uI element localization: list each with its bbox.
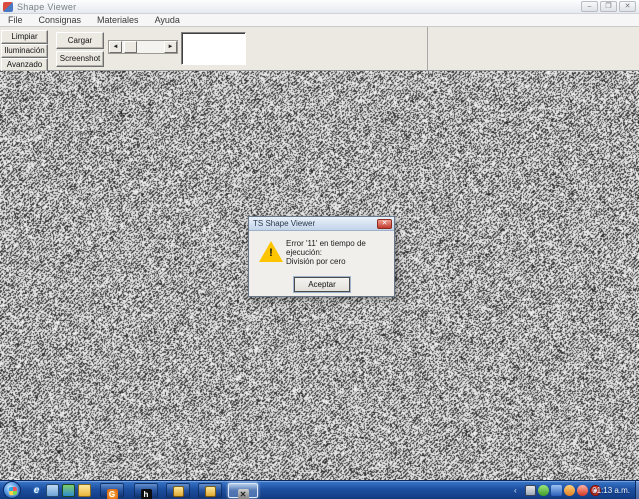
horizontal-scrollbar[interactable]: ◄ ► — [108, 40, 178, 54]
taskbar-app-active[interactable]: ✕ — [228, 483, 258, 498]
folder-quicklaunch-icon[interactable] — [78, 484, 91, 497]
scrollbar-track[interactable] — [122, 41, 164, 53]
dialog-title-bar[interactable]: TS Shape Viewer ✕ — [249, 217, 394, 231]
warning-icon: ! — [259, 241, 283, 262]
scroll-right-icon[interactable]: ► — [164, 41, 177, 53]
menu-bar: File Consignas Materiales Ayuda — [0, 14, 639, 27]
taskbar-app-2[interactable]: h — [134, 483, 158, 498]
close-button[interactable]: ✕ — [619, 1, 636, 12]
restore-button[interactable]: ❐ — [600, 1, 617, 12]
tray-icon[interactable] — [551, 485, 562, 496]
warning-exclamation: ! — [269, 247, 273, 259]
g-app-icon: G — [107, 489, 118, 499]
windows-logo-icon — [9, 487, 18, 496]
view-mode-button-2[interactable]: Iluminación — [1, 44, 48, 58]
h-app-icon: h — [141, 489, 152, 499]
minimize-button[interactable]: – — [581, 1, 598, 12]
tray-icon[interactable] — [577, 485, 588, 496]
error-message-line2: División por cero — [286, 257, 392, 266]
toolbar: Limpiar Iluminación Avanzado Cargar Scre… — [0, 27, 639, 71]
desktop-icon[interactable] — [46, 484, 59, 497]
title-bar: Shape Viewer – ❐ ✕ — [0, 0, 639, 14]
window-controls: – ❐ ✕ — [581, 1, 636, 12]
menu-item-materiales[interactable]: Materiales — [89, 14, 147, 26]
toolbar-panel: Limpiar Iluminación Avanzado Cargar Scre… — [0, 27, 428, 70]
menu-item-consignas[interactable]: Consignas — [31, 14, 90, 26]
tray-icon[interactable] — [525, 485, 536, 496]
taskbar: e G h ✕ ‹ 01:13 a.m. — [0, 480, 639, 499]
taskbar-app-1[interactable]: G — [100, 483, 124, 498]
window-title: Shape Viewer — [17, 2, 76, 12]
shapeviewer-app-icon: ✕ — [238, 489, 249, 499]
browser-icon[interactable]: e — [30, 484, 43, 497]
taskbar-app-3[interactable] — [166, 483, 190, 498]
accept-button[interactable]: Aceptar — [294, 277, 350, 292]
screenshot-button[interactable]: Screenshot — [56, 51, 104, 67]
show-desktop-button[interactable] — [635, 481, 639, 499]
tray-icon[interactable] — [538, 485, 549, 496]
application-window: Shape Viewer – ❐ ✕ File Consignas Materi… — [0, 0, 639, 499]
dialog-title: TS Shape Viewer — [253, 219, 315, 228]
load-button[interactable]: Cargar — [56, 32, 104, 49]
taskbar-clock[interactable]: 01:13 a.m. — [592, 486, 630, 495]
view-mode-button-3[interactable]: Avanzado — [1, 58, 48, 72]
start-button[interactable] — [3, 481, 21, 499]
view-mode-button-1[interactable]: Limpiar — [1, 30, 48, 44]
media-player-icon[interactable] — [62, 484, 75, 497]
dialog-close-icon[interactable]: ✕ — [377, 219, 392, 229]
error-dialog: TS Shape Viewer ✕ ! Error '11' en tiempo… — [248, 216, 395, 297]
folder-window-icon — [205, 486, 216, 497]
tray-chevron-icon[interactable]: ‹ — [514, 486, 517, 495]
menu-item-ayuda[interactable]: Ayuda — [147, 14, 188, 26]
tray-icon[interactable] — [564, 485, 575, 496]
menu-item-file[interactable]: File — [0, 14, 31, 26]
list-box[interactable] — [181, 32, 246, 65]
scrollbar-thumb[interactable] — [124, 41, 137, 53]
error-message-line1: Error '11' en tiempo de ejecución: — [286, 239, 392, 257]
scroll-left-icon[interactable]: ◄ — [109, 41, 122, 53]
folder-window-icon — [173, 486, 184, 497]
app-icon — [3, 2, 13, 12]
taskbar-app-4[interactable] — [198, 483, 222, 498]
